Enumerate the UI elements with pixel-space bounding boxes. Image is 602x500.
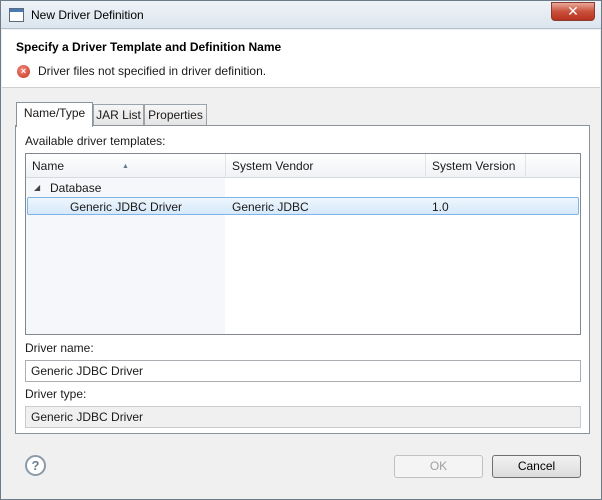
column-header-system-version[interactable]: System Version	[426, 154, 526, 178]
new-driver-definition-dialog: New Driver Definition ✕ Specify a Driver…	[0, 0, 602, 500]
column-name-label: Name	[32, 159, 65, 173]
cancel-button[interactable]: Cancel	[492, 455, 581, 478]
driver-name-label: Driver name:	[25, 341, 94, 355]
tree-category-database[interactable]: ◢ Database	[26, 179, 580, 197]
window-icon	[9, 8, 24, 22]
tab-properties[interactable]: Properties	[144, 104, 207, 126]
page-title: Specify a Driver Template and Definition…	[16, 40, 282, 54]
column-header-system-vendor[interactable]: System Vendor	[226, 154, 426, 178]
driver-type-field: Generic JDBC Driver	[25, 406, 581, 428]
available-templates-label: Available driver templates:	[25, 134, 166, 148]
table-header: Name ▲ System Vendor System Version	[26, 154, 580, 178]
title-bar: New Driver Definition ✕	[1, 1, 601, 29]
tab-panel-name-type: Available driver templates: Name ▲ Syste…	[15, 125, 590, 434]
tab-jar-list[interactable]: JAR List	[93, 104, 144, 126]
error-message: Driver files not specified in driver def…	[38, 64, 267, 78]
header-banner: Specify a Driver Template and Definition…	[2, 30, 600, 88]
row-name: Generic JDBC Driver	[70, 200, 183, 214]
tab-name-type[interactable]: Name/Type	[16, 102, 93, 127]
row-version: 1.0	[432, 200, 449, 214]
window-title: New Driver Definition	[31, 8, 144, 22]
ok-button[interactable]: OK	[394, 455, 483, 478]
category-label: Database	[50, 181, 102, 195]
table-row-generic-jdbc-driver[interactable]: Generic JDBC Driver Generic JDBC 1.0	[27, 197, 579, 215]
expanded-triangle-icon[interactable]: ◢	[34, 179, 40, 197]
row-vendor: Generic JDBC	[232, 200, 309, 214]
close-button[interactable]: ✕	[551, 2, 595, 21]
driver-name-input[interactable]: Generic JDBC Driver	[25, 360, 581, 382]
help-icon[interactable]: ?	[25, 455, 46, 476]
driver-templates-table[interactable]: Name ▲ System Vendor System Version ◢ Da…	[25, 153, 581, 335]
driver-type-label: Driver type:	[25, 387, 87, 401]
error-icon: ×	[17, 65, 30, 78]
column-header-name[interactable]: Name ▲	[26, 154, 226, 178]
sort-ascending-icon: ▲	[122, 163, 129, 170]
